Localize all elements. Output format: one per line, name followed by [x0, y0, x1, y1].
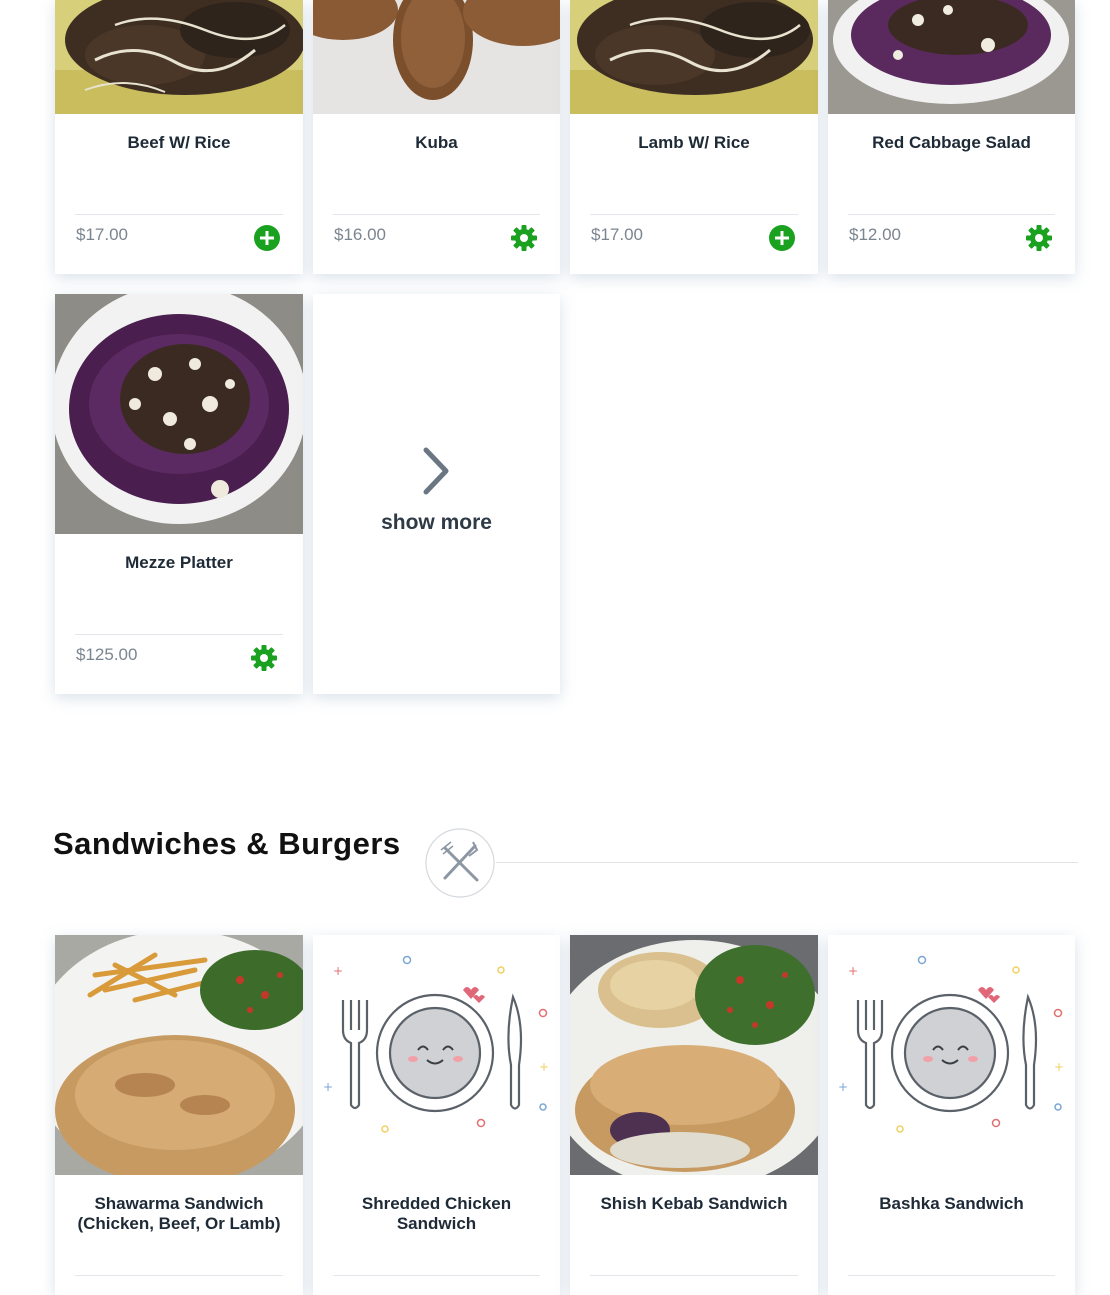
svg-text:+: +: [333, 964, 343, 978]
item-price: $17.00: [76, 225, 128, 244]
item-name[interactable]: Mezze Platter: [69, 553, 289, 573]
item-name[interactable]: Shredded Chicken Sandwich: [327, 1194, 546, 1234]
divider: [848, 214, 1055, 215]
menu-item-card[interactable]: + + + Shredded Chicken Sandwich: [313, 935, 560, 1295]
divider: [75, 634, 283, 635]
placeholder-plate-image[interactable]: + + +: [313, 935, 560, 1175]
svg-text:+: +: [323, 1080, 333, 1094]
item-name[interactable]: Shawarma Sandwich (Chicken, Beef, Or Lam…: [69, 1194, 289, 1234]
food-photo[interactable]: [570, 935, 818, 1175]
item-name-line: Sandwich: [396, 1214, 477, 1233]
item-name-line: Shish Kebab Sandwich: [600, 1194, 788, 1213]
divider: [333, 214, 540, 215]
divider: [590, 214, 798, 215]
menu-item-card[interactable]: Kuba $16.00: [313, 0, 560, 274]
item-name-line: Bashka Sandwich: [879, 1194, 1024, 1213]
divider: [590, 1275, 798, 1276]
food-photo[interactable]: [55, 0, 303, 114]
section-divider: [496, 862, 1078, 863]
menu-item-card[interactable]: Lamb W/ Rice $17.00: [570, 0, 818, 274]
item-name[interactable]: Lamb W/ Rice: [584, 133, 804, 153]
svg-text:+: +: [1054, 1060, 1064, 1074]
food-photo[interactable]: [55, 294, 303, 534]
item-name[interactable]: Red Cabbage Salad: [842, 133, 1061, 153]
gear-icon[interactable]: [250, 644, 278, 672]
svg-text:+: +: [539, 1060, 549, 1074]
item-name[interactable]: Bashka Sandwich: [842, 1194, 1061, 1214]
item-name[interactable]: Beef W/ Rice: [69, 133, 289, 153]
divider: [75, 1275, 283, 1276]
gear-icon[interactable]: [1025, 224, 1053, 252]
item-price: $125.00: [76, 645, 138, 664]
menu-item-card[interactable]: Shawarma Sandwich (Chicken, Beef, Or Lam…: [55, 935, 303, 1295]
item-price: $12.00: [849, 225, 901, 244]
svg-text:+: +: [838, 1080, 848, 1094]
svg-text:+: +: [848, 964, 858, 978]
item-name-line: Shredded Chicken: [361, 1194, 512, 1213]
gear-icon[interactable]: [510, 224, 538, 252]
food-photo[interactable]: [570, 0, 818, 114]
food-photo[interactable]: [828, 0, 1075, 114]
item-name[interactable]: Shish Kebab Sandwich: [584, 1194, 804, 1214]
show-more-label: show more: [381, 511, 492, 534]
item-name-line: (Chicken, Beef, Or Lamb): [77, 1214, 281, 1233]
add-icon[interactable]: [253, 224, 281, 252]
chevron-right-icon: [423, 447, 449, 495]
item-name[interactable]: Kuba: [327, 133, 546, 153]
menu-item-card[interactable]: Shish Kebab Sandwich: [570, 935, 818, 1295]
item-price: $16.00: [334, 225, 386, 244]
food-photo[interactable]: [313, 0, 560, 114]
divider: [333, 1275, 540, 1276]
item-price: $17.00: [591, 225, 643, 244]
item-name-line: Shawarma Sandwich: [94, 1194, 264, 1213]
divider: [75, 214, 283, 215]
menu-item-card[interactable]: + + + Bashka Sandwich: [828, 935, 1075, 1295]
food-photo[interactable]: [55, 935, 303, 1175]
menu-item-card[interactable]: Red Cabbage Salad $12.00: [828, 0, 1075, 274]
menu-item-card[interactable]: Mezze Platter $125.00: [55, 294, 303, 694]
divider: [848, 1275, 1055, 1276]
placeholder-plate-image[interactable]: + + +: [828, 935, 1075, 1175]
add-icon[interactable]: [768, 224, 796, 252]
show-more-button[interactable]: show more: [313, 294, 560, 694]
menu-item-card[interactable]: Beef W/ Rice $17.00: [55, 0, 303, 274]
fork-knife-icon: [425, 828, 495, 898]
section-title: Sandwiches & Burgers: [53, 826, 401, 861]
